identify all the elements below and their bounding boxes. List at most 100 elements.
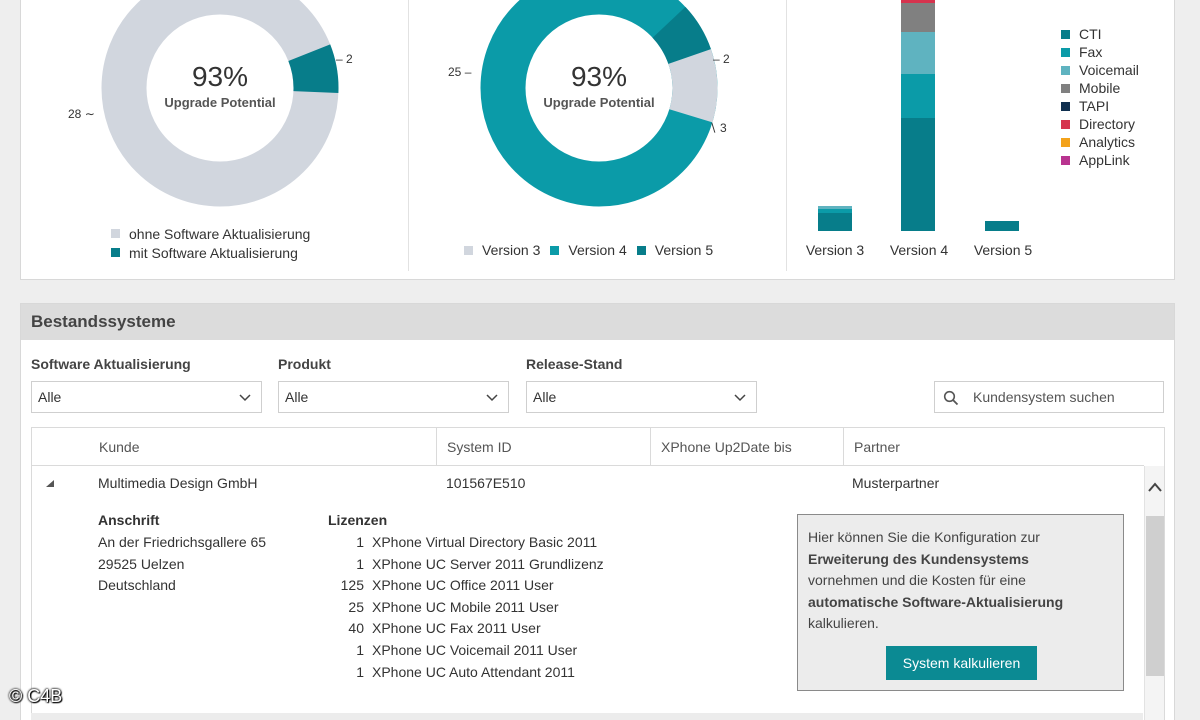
calculation-info-box: Hier können Sie die Konfiguration zur Er… (797, 514, 1124, 691)
stacked-bar-chart (818, 0, 1019, 231)
search-placeholder: Kundensystem suchen (973, 389, 1115, 405)
info-text: Hier können Sie die Konfiguration zur (808, 529, 1040, 545)
bar-label-version-4: Version 4 (889, 242, 949, 258)
licenses-title: Lizenzen (328, 512, 388, 528)
kundensystem-search-input[interactable]: Kundensystem suchen (934, 381, 1164, 413)
bar-version-3 (818, 206, 852, 231)
bar-segment-directory (901, 0, 935, 3)
bestandssysteme-panel: Bestandssysteme Software Aktualisierung … (20, 303, 1175, 720)
license-name: XPhone UC Server 2011 Grundlizenz (372, 555, 604, 572)
legend-swatch (1061, 101, 1070, 111)
table-scrollbar[interactable] (1144, 466, 1164, 720)
info-text-bold: Erweiterung des Kundensystems (808, 550, 1029, 567)
license-name: XPhone UC Voicemail 2011 User (372, 641, 578, 658)
upgrade-donut-2: 93% Upgrade Potential (480, 0, 718, 207)
legend-label: AppLink (1079, 152, 1130, 168)
info-text-bold: automatische Software-Aktualisierung (808, 593, 1064, 610)
license-name: XPhone UC Mobile 2011 User (372, 598, 559, 615)
license-qty: 125 (340, 577, 364, 594)
license-qty: 25 (348, 598, 364, 615)
legend-swatch (1061, 137, 1070, 147)
chevron-down-icon (734, 394, 746, 402)
bar-segment-cti (985, 221, 1019, 231)
chevron-down-icon (239, 394, 251, 402)
upgrade-label: Upgrade Potential (543, 95, 655, 110)
legend-label: mit Software Aktualisierung (129, 244, 298, 261)
license-name: XPhone UC Auto Attendant 2011 (372, 663, 575, 680)
license-name: XPhone UC Fax 2011 User (372, 620, 541, 637)
produkt-select[interactable]: Alle (278, 381, 509, 413)
donut2-legend: Version 3 Version 4 Version 5 (464, 242, 723, 258)
column-header-system-id[interactable]: System ID (436, 428, 649, 466)
callout-3: ∖ 3 (709, 121, 727, 135)
dashboard-panel: 93% Upgrade Potential 28 ∼ – 2 ohne Soft… (20, 0, 1175, 280)
info-text: kalkulieren. (808, 615, 879, 632)
column-header-up2date[interactable]: XPhone Up2Date bis (650, 428, 843, 466)
upgrade-percent: 93% (191, 61, 249, 92)
cell-system-id: 101567E510 (446, 475, 526, 491)
select-value: Alle (285, 389, 309, 405)
bar-segment-cti (901, 118, 935, 231)
upgrade-label: Upgrade Potential (164, 95, 276, 110)
legend-label: Version 3 (482, 242, 541, 258)
upgrade-percent: 93% (570, 61, 628, 92)
address-line: Deutschland (98, 577, 176, 593)
system-kalkulieren-button[interactable]: System kalkulieren (886, 646, 1037, 680)
legend-swatch (1061, 155, 1070, 165)
cell-partner: Musterpartner (852, 475, 940, 491)
bar-segment-cti (818, 213, 852, 231)
software-aktualisierung-select[interactable]: Alle (31, 381, 262, 413)
bar-label-version-5: Version 5 (973, 242, 1033, 258)
column-header-kunde[interactable]: Kunde (89, 428, 139, 466)
license-qty: 1 (356, 641, 364, 658)
license-qty: 1 (356, 555, 364, 572)
copyright-watermark: © C4B (9, 686, 63, 706)
license-name: XPhone Virtual Directory Basic 2011 (372, 534, 598, 550)
legend-label: Directory (1079, 116, 1136, 132)
legend-swatch (636, 245, 646, 255)
cell-kunde: Multimedia Design GmbH (98, 475, 258, 491)
select-value: Alle (38, 389, 62, 405)
bar-segment-voicemail (901, 32, 935, 74)
release-stand-select[interactable]: Alle (526, 381, 757, 413)
bar-version-5 (985, 221, 1019, 231)
license-item: 1 XPhone UC Auto Attendant 2011 (328, 662, 604, 684)
select-value: Alle (533, 389, 557, 405)
address-title: Anschrift (98, 512, 160, 528)
legend-swatch (111, 229, 120, 238)
legend-swatch (1061, 29, 1070, 39)
legend-label: ohne Software Aktualisierung (129, 225, 311, 242)
table-row[interactable]: Multimedia Design GmbH 101567E510 Muster… (32, 466, 1144, 502)
table-row-partial (31, 713, 1143, 720)
license-item: 1 XPhone Virtual Directory Basic 2011 (328, 532, 604, 554)
info-text: vornehmen und die Kosten für eine (808, 572, 1026, 589)
callout-2b: – 2 (713, 52, 730, 66)
legend-label: Version 5 (654, 242, 714, 258)
callout-25: 25 – (448, 65, 472, 79)
address-line: An der Friedrichsgallere 65 (98, 534, 267, 550)
legend-swatch (464, 245, 473, 255)
licenses-block: Lizenzen 1 XPhone Virtual Directory Basic… (328, 512, 604, 683)
collapse-caret-icon[interactable] (46, 480, 54, 487)
stacked-bar-legend: CTI Fax Voicemail Mobile TAPI Directory … (1061, 25, 1139, 169)
section-title: Bestandssysteme (21, 304, 1174, 340)
callout-2: – 2 (336, 52, 353, 66)
chevron-down-icon (486, 394, 498, 402)
license-qty: 1 (356, 534, 364, 550)
panel-divider (408, 0, 409, 271)
legend-swatch (1061, 47, 1070, 57)
column-header-partner[interactable]: Partner (843, 428, 1144, 466)
legend-swatch (1061, 119, 1070, 129)
legend-label: Fax (1079, 44, 1103, 60)
legend-label: Version 4 (568, 242, 627, 258)
chevron-up-icon[interactable] (1148, 482, 1162, 492)
table-header: Kunde System ID XPhone Up2Date bis Partn… (32, 428, 1144, 466)
bar-label-version-3: Version 3 (805, 242, 865, 258)
upgrade-donut-1: 93% Upgrade Potential (101, 0, 339, 207)
filter-label-software: Software Aktualisierung (31, 356, 191, 372)
legend-swatch (111, 248, 120, 257)
filter-label-produkt: Produkt (278, 356, 331, 372)
legend-label: CTI (1079, 26, 1102, 42)
bar-segment-fax (901, 74, 935, 118)
scrollbar-thumb[interactable] (1146, 516, 1164, 676)
